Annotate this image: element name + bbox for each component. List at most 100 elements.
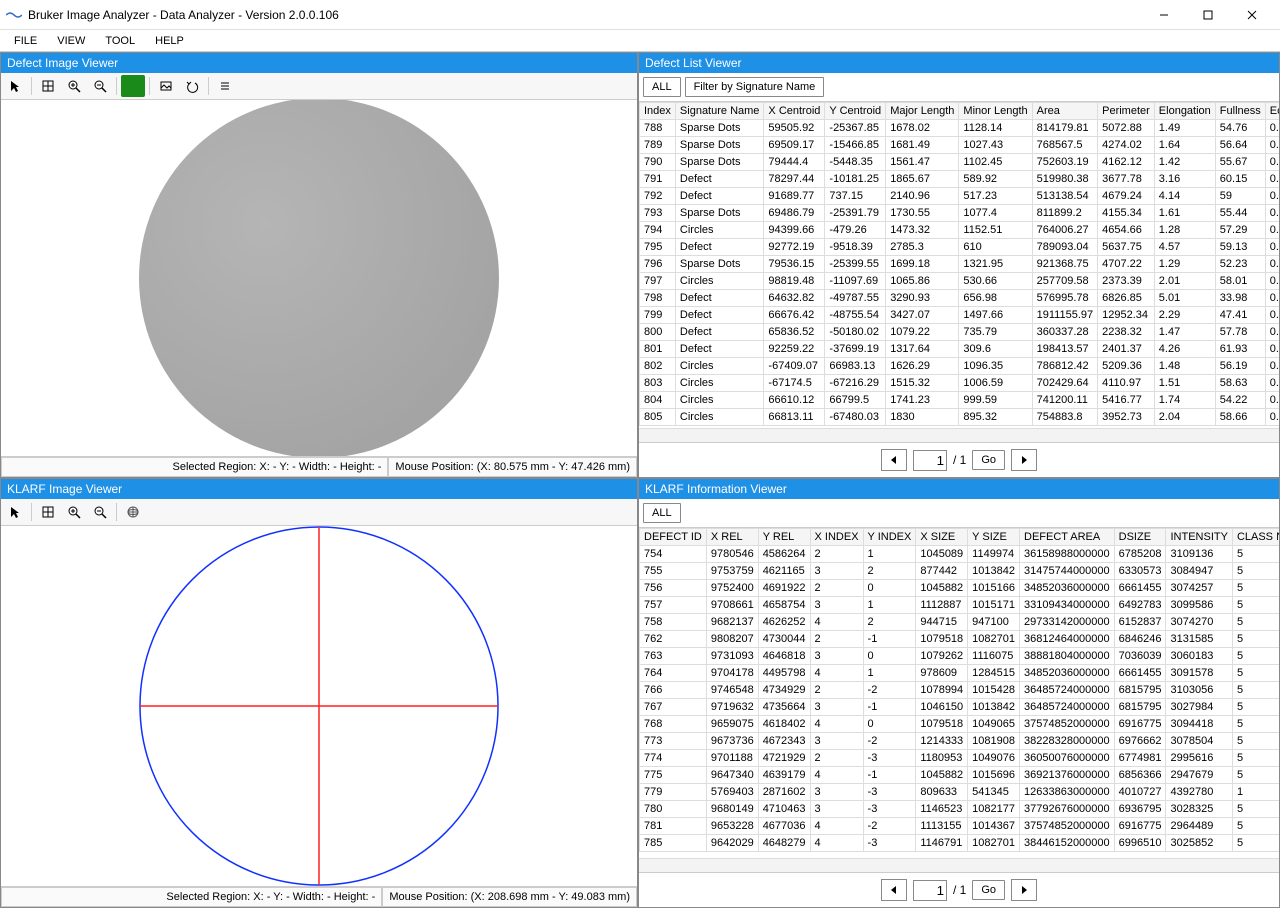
- table-row[interactable]: 791Defect78297.44-10181.251865.67589.925…: [640, 171, 1280, 188]
- table-row[interactable]: 805Circles66813.11-67480.031830895.32754…: [640, 409, 1280, 426]
- color-swatch-tool[interactable]: [121, 75, 145, 97]
- table-row[interactable]: 774970118847219292-311809531049076360500…: [640, 750, 1280, 767]
- table-row[interactable]: 7649704178449579841978609128451534852036…: [640, 665, 1280, 682]
- column-header[interactable]: DEFECT ID: [640, 529, 707, 546]
- column-header[interactable]: Elongation: [1154, 103, 1215, 120]
- table-row[interactable]: 7559753759462116532877442101384231475744…: [640, 563, 1280, 580]
- column-header[interactable]: Y INDEX: [863, 529, 916, 546]
- column-header[interactable]: Eccentricity: [1265, 103, 1279, 120]
- table-cell: 530.66: [959, 273, 1032, 290]
- table-row[interactable]: 788Sparse Dots59505.92-25367.851678.0211…: [640, 120, 1280, 137]
- signature-filter-button[interactable]: Filter by Signature Name: [685, 77, 825, 97]
- column-header[interactable]: Perimeter: [1098, 103, 1155, 120]
- menu-tool[interactable]: TOOL: [95, 33, 145, 49]
- page-input[interactable]: [913, 880, 947, 901]
- table-row[interactable]: 804Circles66610.1266799.51741.23999.5974…: [640, 392, 1280, 409]
- defect-image-canvas[interactable]: [1, 100, 637, 456]
- column-header[interactable]: Y Centroid: [825, 103, 886, 120]
- column-header[interactable]: Minor Length: [959, 103, 1032, 120]
- close-button[interactable]: [1230, 1, 1274, 29]
- menu-help[interactable]: HELP: [145, 33, 194, 49]
- column-header[interactable]: CLASS NUMBER: [1232, 529, 1279, 546]
- zoom-out-tool[interactable]: [88, 501, 112, 523]
- table-row[interactable]: 766974654847349292-210789941015428364857…: [640, 682, 1280, 699]
- horizontal-scrollbar[interactable]: [639, 858, 1279, 872]
- horizontal-scrollbar[interactable]: [639, 428, 1279, 442]
- column-header[interactable]: INTENSITY: [1166, 529, 1232, 546]
- column-header[interactable]: Y SIZE: [968, 529, 1020, 546]
- go-button[interactable]: Go: [972, 450, 1005, 470]
- klarf-info-viewer-panel: KLARF Information Viewer ALL DEFECT IDX …: [638, 478, 1280, 908]
- column-header[interactable]: X INDEX: [810, 529, 863, 546]
- table-row[interactable]: 7689659075461840240107951810490653757485…: [640, 716, 1280, 733]
- next-page-button[interactable]: [1011, 879, 1037, 901]
- table-row[interactable]: 785964202946482794-311467911082701384461…: [640, 835, 1280, 852]
- column-header[interactable]: Major Length: [886, 103, 959, 120]
- table-row[interactable]: 803Circles-67174.5-67216.291515.321006.5…: [640, 375, 1280, 392]
- column-header[interactable]: X Centroid: [764, 103, 825, 120]
- table-row[interactable]: 792Defect91689.77737.152140.96517.235131…: [640, 188, 1280, 205]
- image-mode-tool[interactable]: [154, 75, 178, 97]
- list-tool[interactable]: [213, 75, 237, 97]
- klarf-info-table-scroll[interactable]: DEFECT IDX RELY RELX INDEXY INDEXX SIZEY…: [639, 527, 1279, 858]
- page-input[interactable]: [913, 450, 947, 471]
- defect-list-table-scroll[interactable]: IndexSignature NameX CentroidY CentroidM…: [639, 101, 1279, 428]
- table-row[interactable]: 793Sparse Dots69486.79-25391.791730.5510…: [640, 205, 1280, 222]
- table-row[interactable]: 762980820747300442-110795181082701368124…: [640, 631, 1280, 648]
- column-header[interactable]: Fullness: [1215, 103, 1265, 120]
- zoom-fit-tool[interactable]: [36, 75, 60, 97]
- table-row[interactable]: 781965322846770364-211131551014367375748…: [640, 818, 1280, 835]
- table-row[interactable]: 779576940328716023-380963354134512633863…: [640, 784, 1280, 801]
- table-row[interactable]: 7639731093464681830107926211160753888180…: [640, 648, 1280, 665]
- table-row[interactable]: 7549780546458626421104508911499743615898…: [640, 546, 1280, 563]
- table-row[interactable]: 7569752400469192220104588210151663485203…: [640, 580, 1280, 597]
- menu-view[interactable]: VIEW: [47, 33, 95, 49]
- table-row[interactable]: 797Circles98819.48-11097.691065.86530.66…: [640, 273, 1280, 290]
- column-header[interactable]: X SIZE: [916, 529, 968, 546]
- column-header[interactable]: Area: [1032, 103, 1097, 120]
- table-cell: 6330573: [1114, 563, 1166, 580]
- table-row[interactable]: 775964734046391794-110458821015696369213…: [640, 767, 1280, 784]
- table-row[interactable]: 798Defect64632.82-49787.553290.93656.985…: [640, 290, 1280, 307]
- table-row[interactable]: 800Defect65836.52-50180.021079.22735.793…: [640, 324, 1280, 341]
- column-header[interactable]: DEFECT AREA: [1020, 529, 1115, 546]
- all-filter-button[interactable]: ALL: [643, 503, 681, 523]
- table-row[interactable]: 796Sparse Dots79536.15-25399.551699.1813…: [640, 256, 1280, 273]
- column-header[interactable]: Index: [640, 103, 676, 120]
- table-row[interactable]: 767971963247356643-110461501013842364857…: [640, 699, 1280, 716]
- table-row[interactable]: 799Defect66676.42-48755.543427.071497.66…: [640, 307, 1280, 324]
- table-row[interactable]: 802Circles-67409.0766983.131626.291096.3…: [640, 358, 1280, 375]
- table-row[interactable]: 790Sparse Dots79444.4-5448.351561.471102…: [640, 154, 1280, 171]
- minimize-button[interactable]: [1142, 1, 1186, 29]
- zoom-in-tool[interactable]: [62, 75, 86, 97]
- all-filter-button[interactable]: ALL: [643, 77, 681, 97]
- zoom-in-tool[interactable]: [62, 501, 86, 523]
- zoom-fit-tool[interactable]: [36, 501, 60, 523]
- table-row[interactable]: 7579708661465875431111288710151713310943…: [640, 597, 1280, 614]
- table-row[interactable]: 794Circles94399.66-479.261473.321152.517…: [640, 222, 1280, 239]
- column-header[interactable]: DSIZE: [1114, 529, 1166, 546]
- grid-tool[interactable]: [121, 501, 145, 523]
- klarf-image-canvas[interactable]: [1, 526, 637, 886]
- table-cell: 9701188: [706, 750, 758, 767]
- pointer-tool[interactable]: [3, 75, 27, 97]
- undo-tool[interactable]: [180, 75, 204, 97]
- table-row[interactable]: 773967373646723433-212143331081908382283…: [640, 733, 1280, 750]
- prev-page-button[interactable]: [881, 449, 907, 471]
- table-row[interactable]: 801Defect92259.22-37699.191317.64309.619…: [640, 341, 1280, 358]
- pointer-tool[interactable]: [3, 501, 27, 523]
- next-page-button[interactable]: [1011, 449, 1037, 471]
- column-header[interactable]: X REL: [706, 529, 758, 546]
- table-cell: 2: [810, 580, 863, 597]
- zoom-out-tool[interactable]: [88, 75, 112, 97]
- table-row[interactable]: 7589682137462625242944715947100297331420…: [640, 614, 1280, 631]
- maximize-button[interactable]: [1186, 1, 1230, 29]
- column-header[interactable]: Signature Name: [675, 103, 764, 120]
- table-row[interactable]: 789Sparse Dots69509.17-15466.851681.4910…: [640, 137, 1280, 154]
- column-header[interactable]: Y REL: [758, 529, 810, 546]
- table-row[interactable]: 780968014947104633-311465231082177377926…: [640, 801, 1280, 818]
- menu-file[interactable]: FILE: [4, 33, 47, 49]
- prev-page-button[interactable]: [881, 879, 907, 901]
- go-button[interactable]: Go: [972, 880, 1005, 900]
- table-row[interactable]: 795Defect92772.19-9518.392785.3610789093…: [640, 239, 1280, 256]
